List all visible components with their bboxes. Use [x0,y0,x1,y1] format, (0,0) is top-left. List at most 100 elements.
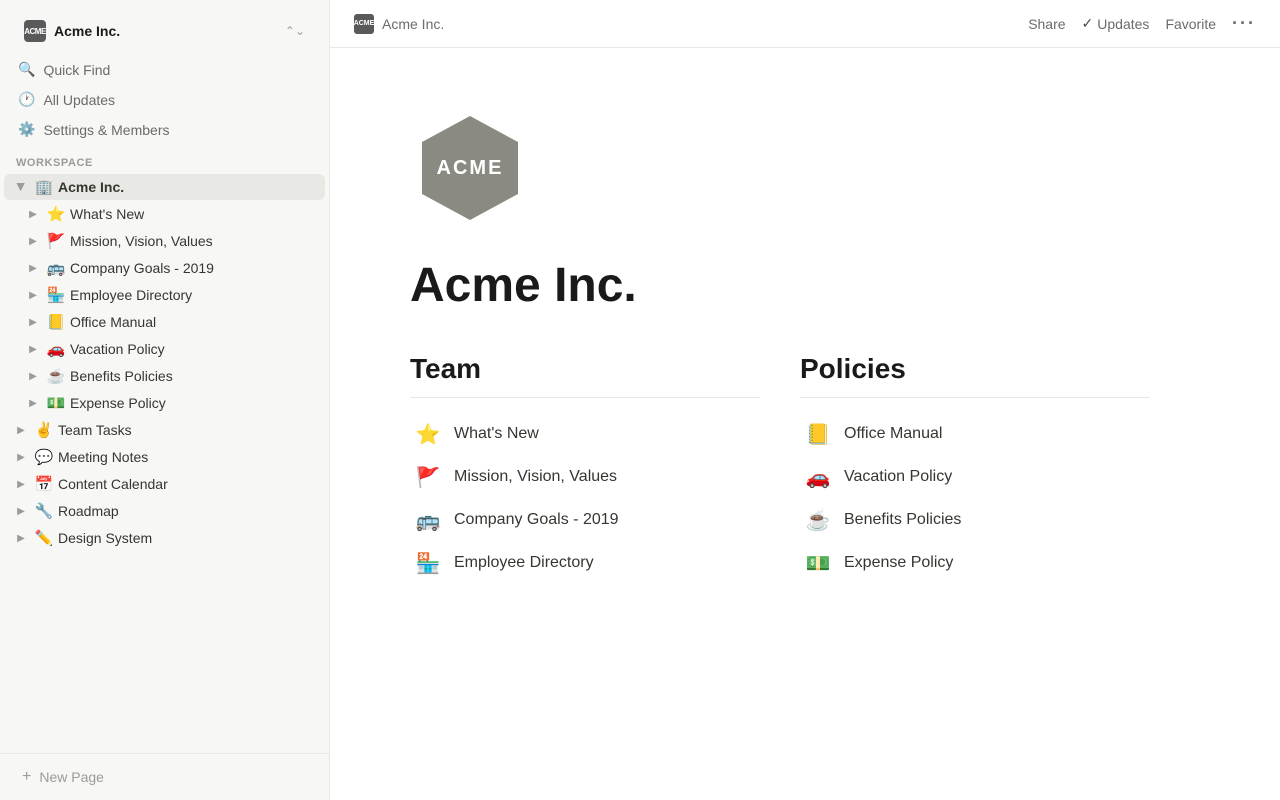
sidebar-nav-quick-find[interactable]: 🔍Quick Find [4,55,325,84]
company-goals-toggle-icon: ▶ [24,259,42,277]
content-calendar-emoji-icon: 📅 [34,475,54,493]
team-item-company-goals---2019[interactable]: 🚌 Company Goals - 2019 [410,500,760,541]
tree-item-meeting-notes[interactable]: ▶ 💬 Meeting Notes [4,444,325,470]
policy-item-office-manual[interactable]: 📒 Office Manual [800,414,1150,455]
workspace-name: Acme Inc. [54,23,277,39]
tree-item-acme-inc[interactable]: ▶ 🏢 Acme Inc. [4,174,325,200]
expense-toggle-icon: ▶ [24,394,42,412]
Company Goals - 2019-label: Company Goals - 2019 [454,511,619,529]
topbar-breadcrumb-name: Acme Inc. [382,16,444,32]
What's New-icon: ⭐ [414,422,442,447]
design-system-emoji-icon: ✏️ [34,529,54,547]
new-page-button[interactable]: + New Page [12,762,317,792]
tree-item-expense[interactable]: ▶ 💵 Expense Policy [4,390,325,416]
Company Goals - 2019-icon: 🚌 [414,508,442,533]
topbar-actions: Share ✓ Updates Favorite ··· [1028,13,1256,34]
company-goals-label: Company Goals - 2019 [70,260,214,276]
topbar-logo: ACME [354,14,374,34]
team-item-what's-new[interactable]: ⭐ What's New [410,414,760,455]
acme-logo-container: ACME [410,108,1150,228]
team-section: Team ⭐ What's New 🚩 Mission, Vision, Val… [410,353,760,584]
team-tasks-toggle-icon: ▶ [12,421,30,439]
expense-label: Expense Policy [70,395,166,411]
page-title: Acme Inc. [410,260,1150,313]
employee-dir-emoji-icon: 🏪 [46,286,66,304]
mission-emoji-icon: 🚩 [46,232,66,250]
office-manual-emoji-icon: 📒 [46,313,66,331]
tree-item-content-calendar[interactable]: ▶ 📅 Content Calendar [4,471,325,497]
team-item-employee-directory[interactable]: 🏪 Employee Directory [410,543,760,584]
plus-icon: + [22,768,31,786]
Office Manual-icon: 📒 [804,422,832,447]
policies-section: Policies 📒 Office Manual 🚗 Vacation Poli… [800,353,1150,584]
content-grid: Team ⭐ What's New 🚩 Mission, Vision, Val… [410,353,1150,584]
topbar-breadcrumb: ACME Acme Inc. [354,14,1016,34]
workspace-label: WORKSPACE [0,145,329,173]
more-options-button[interactable]: ··· [1232,13,1256,34]
vacation-policy-emoji-icon: 🚗 [46,340,66,358]
benefits-label: Benefits Policies [70,368,173,384]
content-calendar-label: Content Calendar [58,476,168,492]
tree-item-benefits[interactable]: ▶ ☕ Benefits Policies [4,363,325,389]
company-goals-emoji-icon: 🚌 [46,259,66,277]
benefits-emoji-icon: ☕ [46,367,66,385]
acme-inc-toggle-icon: ▶ [12,178,30,196]
tree-item-office-manual[interactable]: ▶ 📒 Office Manual [4,309,325,335]
quick-find-icon: 🔍 [18,61,35,78]
share-button[interactable]: Share [1028,16,1065,32]
employee-dir-toggle-icon: ▶ [24,286,42,304]
updates-button[interactable]: ✓ Updates [1082,15,1150,32]
policies-section-heading: Policies [800,353,1150,398]
policies-list: 📒 Office Manual 🚗 Vacation Policy ☕ Bene… [800,414,1150,584]
design-system-label: Design System [58,530,152,546]
sidebar-tree: ▶ 🏢 Acme Inc. ▶ ⭐ What's New ▶ 🚩 Mission… [0,173,329,753]
sidebar-nav-settings[interactable]: ⚙️ Settings & Members [4,115,325,144]
all-updates-icon: 🕐 [18,91,35,108]
office-manual-label: Office Manual [70,314,156,330]
Expense Policy-label: Expense Policy [844,554,953,572]
tree-item-employee-dir[interactable]: ▶ 🏪 Employee Directory [4,282,325,308]
design-system-toggle-icon: ▶ [12,529,30,547]
tree-item-mission[interactable]: ▶ 🚩 Mission, Vision, Values [4,228,325,254]
workspace-title-row[interactable]: ACME Acme Inc. ⌃⌄ [12,12,317,50]
policy-item-benefits-policies[interactable]: ☕ Benefits Policies [800,500,1150,541]
settings-label: Settings & Members [43,122,169,138]
vacation-policy-label: Vacation Policy [70,341,165,357]
checkmark-icon: ✓ [1082,15,1094,32]
mission-toggle-icon: ▶ [24,232,42,250]
benefits-toggle-icon: ▶ [24,367,42,385]
tree-item-roadmap[interactable]: ▶ 🔧 Roadmap [4,498,325,524]
tree-item-company-goals[interactable]: ▶ 🚌 Company Goals - 2019 [4,255,325,281]
expense-emoji-icon: 💵 [46,394,66,412]
Mission, Vision, Values-label: Mission, Vision, Values [454,468,617,486]
acme-hexagon-text: ACME [437,157,504,180]
Mission, Vision, Values-icon: 🚩 [414,465,442,490]
tree-item-design-system[interactable]: ▶ ✏️ Design System [4,525,325,551]
meeting-notes-toggle-icon: ▶ [12,448,30,466]
Expense Policy-icon: 💵 [804,551,832,576]
page-content: ACME Acme Inc. Team ⭐ What's New 🚩 Missi… [330,48,1230,644]
acme-inc-emoji-icon: 🏢 [34,178,54,196]
settings-icon: ⚙️ [18,121,35,138]
roadmap-toggle-icon: ▶ [12,502,30,520]
policy-item-vacation-policy[interactable]: 🚗 Vacation Policy [800,457,1150,498]
mission-label: Mission, Vision, Values [70,233,213,249]
whats-new-emoji-icon: ⭐ [46,205,66,223]
Benefits Policies-icon: ☕ [804,508,832,533]
tree-item-whats-new[interactable]: ▶ ⭐ What's New [4,201,325,227]
workspace-logo: ACME [24,20,46,42]
roadmap-label: Roadmap [58,503,119,519]
chevron-updown-icon: ⌃⌄ [285,24,305,38]
content-calendar-toggle-icon: ▶ [12,475,30,493]
acme-hexagon-logo: ACME [410,108,530,228]
favorite-button[interactable]: Favorite [1165,16,1216,32]
Benefits Policies-label: Benefits Policies [844,511,961,529]
tree-item-team-tasks[interactable]: ▶ ✌️ Team Tasks [4,417,325,443]
sidebar-nav-all-updates[interactable]: 🕐All Updates [4,85,325,114]
sidebar-nav: 🔍Quick Find🕐All Updates ⚙️ Settings & Memb… [0,54,329,145]
tree-item-vacation-policy[interactable]: ▶ 🚗 Vacation Policy [4,336,325,362]
acme-inc-label: Acme Inc. [58,179,124,195]
vacation-policy-toggle-icon: ▶ [24,340,42,358]
policy-item-expense-policy[interactable]: 💵 Expense Policy [800,543,1150,584]
team-item-mission,-vision,-values[interactable]: 🚩 Mission, Vision, Values [410,457,760,498]
